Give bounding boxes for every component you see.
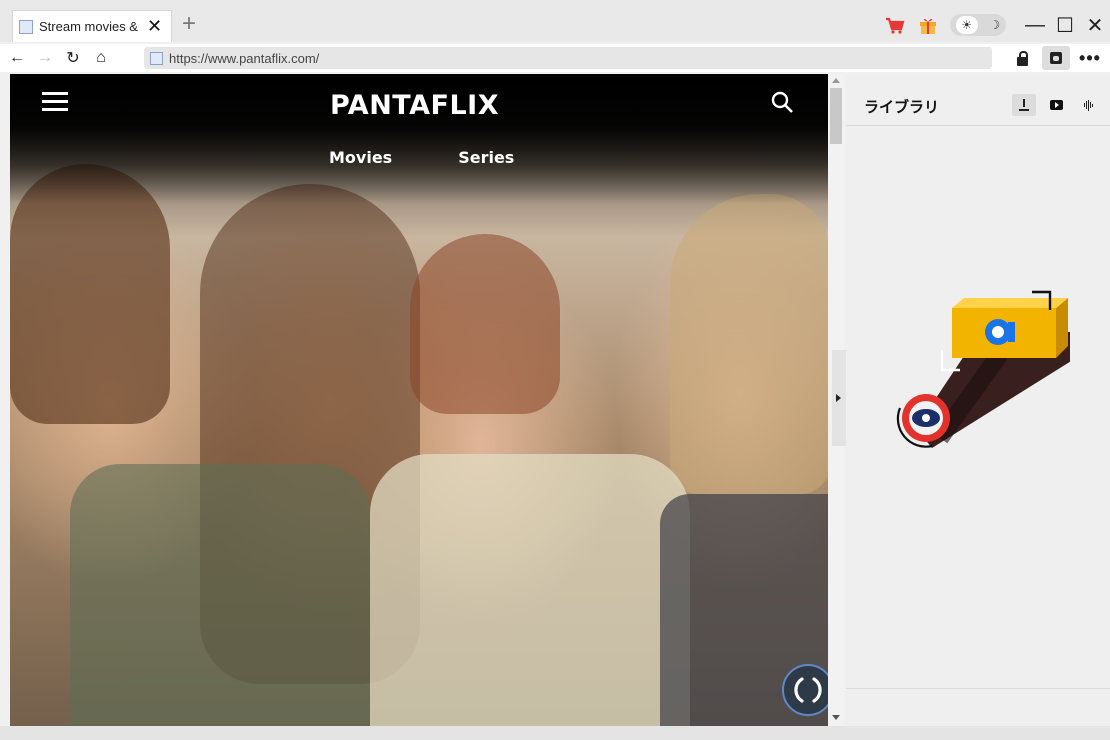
moon-icon: ☽ (989, 18, 1001, 32)
hero-clothing-1 (70, 464, 370, 726)
maximize-button[interactable]: ☐ (1050, 13, 1080, 38)
chevron-right-icon (836, 394, 841, 402)
scrollbar-thumb[interactable] (830, 88, 842, 144)
gift-icon[interactable] (918, 15, 938, 35)
site-header: PANTAFLIX Movies Series (10, 74, 828, 204)
library-tools (1004, 94, 1100, 116)
panel-collapse-handle[interactable] (832, 350, 846, 446)
status-bar (0, 726, 1110, 740)
hamburger-menu-icon[interactable] (42, 92, 68, 112)
extension-icon (1050, 52, 1062, 64)
site-logo[interactable]: PANTAFLIX (330, 90, 499, 121)
lock-button[interactable] (1008, 46, 1036, 70)
sun-icon: ☀ (955, 16, 978, 34)
nav-series-link[interactable]: Series (458, 148, 514, 167)
site-favicon-icon (150, 51, 163, 65)
browser-window: Stream movies & ✕ + ☀ ☽ — ☐ ✕ ← → ↻ ⌂ ht… (0, 0, 1110, 740)
address-bar-actions: ••• (1002, 46, 1104, 70)
more-icon: ••• (1079, 47, 1101, 68)
theme-toggle[interactable]: ☀ ☽ (950, 14, 1006, 36)
scroll-down-arrow-icon[interactable] (832, 715, 840, 720)
download-icon (1019, 99, 1029, 111)
youtube-icon (1049, 100, 1063, 110)
forward-button[interactable]: → (34, 49, 56, 67)
reload-button[interactable]: ↻ (62, 48, 84, 68)
tab-close-icon[interactable]: ✕ (147, 16, 162, 37)
new-tab-button[interactable]: + (182, 10, 196, 38)
video-tab[interactable] (1044, 94, 1068, 116)
hero-figure-3 (410, 234, 560, 414)
library-title: ライブラリ (864, 99, 940, 116)
cart-icon[interactable] (884, 14, 906, 36)
minimize-button[interactable]: — (1020, 14, 1050, 37)
tab-title: Stream movies & (39, 19, 138, 34)
empty-library-illustration (896, 290, 1070, 448)
library-header: ライブラリ (846, 74, 1110, 126)
url-input[interactable]: https://www.pantaflix.com/ (144, 47, 992, 69)
page-favicon-icon (19, 19, 33, 34)
lock-icon (1016, 50, 1028, 66)
back-button[interactable]: ← (6, 49, 28, 67)
close-window-button[interactable]: ✕ (1080, 13, 1110, 38)
address-bar-row: ← → ↻ ⌂ https://www.pantaflix.com/ ••• (0, 44, 1110, 72)
url-text: https://www.pantaflix.com/ (169, 50, 320, 66)
spinner-icon (794, 677, 822, 703)
extension-button[interactable] (1042, 46, 1070, 70)
browser-tab[interactable]: Stream movies & ✕ (12, 10, 172, 42)
hero-clothing-2 (370, 454, 690, 726)
audio-wave-icon (1083, 99, 1093, 111)
tab-bar: Stream movies & ✕ + ☀ ☽ — ☐ ✕ (0, 0, 1110, 42)
more-menu-button[interactable]: ••• (1076, 46, 1104, 70)
hero-figure-4 (670, 194, 828, 494)
download-tab[interactable] (1012, 94, 1036, 116)
audio-tab[interactable] (1076, 94, 1100, 116)
panel-footer-divider (846, 688, 1110, 689)
loading-spinner (782, 664, 828, 716)
nav-movies-link[interactable]: Movies (329, 148, 392, 167)
library-panel: ライブラリ (846, 74, 1110, 726)
search-icon[interactable] (770, 90, 794, 114)
site-nav: Movies Series (329, 148, 514, 167)
titlebar-icons: ☀ ☽ — ☐ ✕ (884, 10, 1110, 40)
scroll-up-arrow-icon[interactable] (832, 78, 840, 83)
web-content: PANTAFLIX Movies Series (10, 74, 828, 726)
home-button[interactable]: ⌂ (90, 49, 112, 67)
